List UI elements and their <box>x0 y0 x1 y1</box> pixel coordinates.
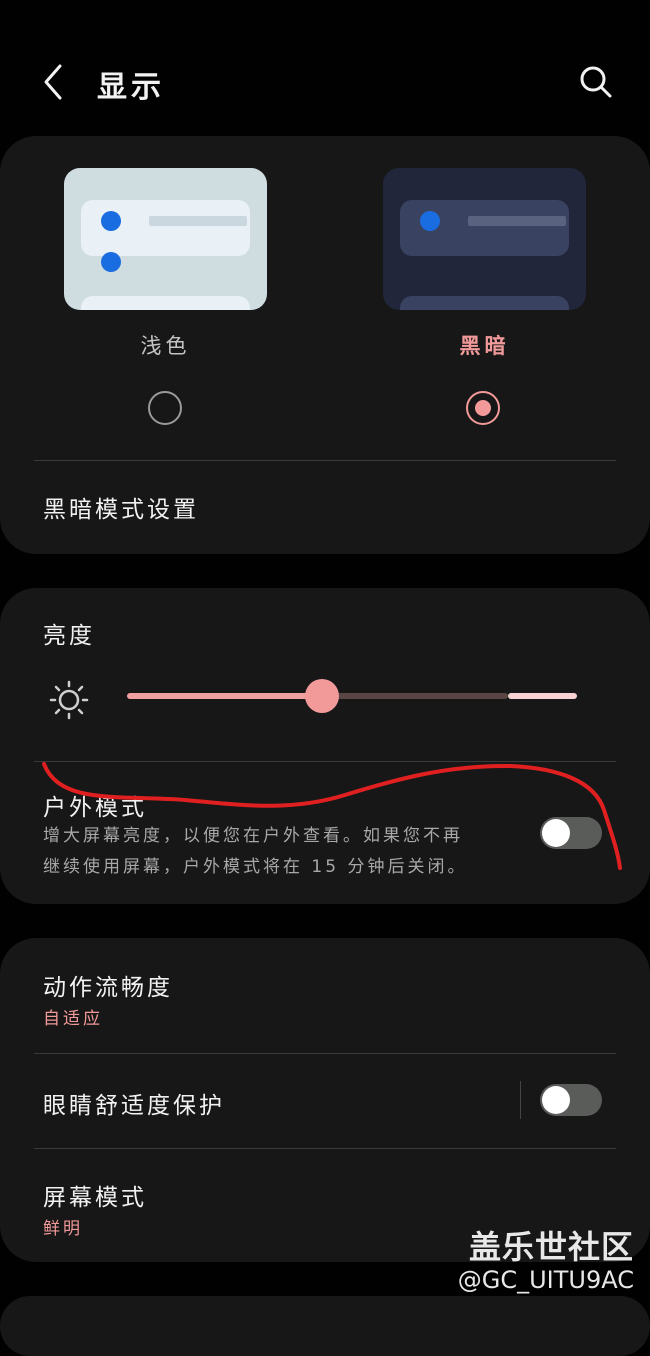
app-header: 显示 <box>0 40 650 124</box>
next-card <box>0 1296 650 1356</box>
brightness-track-empty[interactable] <box>323 693 508 699</box>
brightness-track-outdoor[interactable] <box>508 693 577 699</box>
watermark-community: 盖乐世社区 <box>468 1228 634 1266</box>
vertical-separator <box>520 1081 521 1119</box>
toggle-knob <box>542 819 570 847</box>
screen-mode-value: 鲜明 <box>43 1219 83 1239</box>
search-icon[interactable] <box>578 62 614 102</box>
divider <box>34 1148 616 1149</box>
toggle-knob <box>542 1086 570 1114</box>
preview-row <box>400 200 569 256</box>
outdoor-mode-title[interactable]: 户外模式 <box>43 788 147 822</box>
preview-row <box>81 296 250 310</box>
divider <box>34 1053 616 1054</box>
divider <box>34 761 616 762</box>
eye-comfort-title[interactable]: 眼睛舒适度保护 <box>43 1086 225 1120</box>
dark-theme-preview[interactable] <box>383 168 586 310</box>
light-theme-label: 浅色 <box>140 334 191 358</box>
outdoor-desc-line-2: 继续使用屏幕，户外模式将在 15 分钟后关闭。 <box>43 857 468 877</box>
eye-comfort-toggle[interactable] <box>540 1084 602 1116</box>
brightness-track-filled[interactable] <box>127 693 323 699</box>
preview-row <box>400 296 569 310</box>
outdoor-mode-description: 增大屏幕亮度，以便您在户外查看。如果您不再 继续使用屏幕，户外模式将在 15 分… <box>43 821 523 883</box>
light-theme-preview[interactable] <box>64 168 267 310</box>
dark-theme-label: 黑暗 <box>459 334 510 358</box>
preview-row <box>81 200 250 272</box>
watermark-handle: @GC_UITU9AC <box>457 1266 634 1294</box>
sun-icon <box>49 680 89 720</box>
dark-mode-settings[interactable]: 黑暗模式设置 <box>43 490 199 524</box>
brightness-title: 亮度 <box>43 623 95 649</box>
theme-card: 浅色 黑暗 黑暗模式设置 <box>0 136 650 554</box>
light-theme-radio[interactable] <box>148 391 182 425</box>
screen-mode-title[interactable]: 屏幕模式 <box>43 1178 147 1212</box>
motion-smoothness-title[interactable]: 动作流畅度 <box>43 968 173 1002</box>
divider <box>34 460 616 461</box>
motion-smoothness-value: 自适应 <box>43 1009 103 1029</box>
outdoor-desc-line-1: 增大屏幕亮度，以便您在户外查看。如果您不再 <box>43 826 463 846</box>
display-options-card: 动作流畅度 自适应 眼睛舒适度保护 屏幕模式 鲜明 <box>0 938 650 1262</box>
brightness-card: 亮度 户外模式 增大屏幕亮度，以便您在户外查看。如果您不再 继续使用屏幕，户外模… <box>0 588 650 904</box>
page-title: 显示 <box>97 70 165 105</box>
dark-theme-radio[interactable] <box>466 391 500 425</box>
brightness-slider-thumb[interactable] <box>305 679 339 713</box>
outdoor-mode-toggle[interactable] <box>540 817 602 849</box>
chevron-left-icon[interactable] <box>38 62 72 102</box>
